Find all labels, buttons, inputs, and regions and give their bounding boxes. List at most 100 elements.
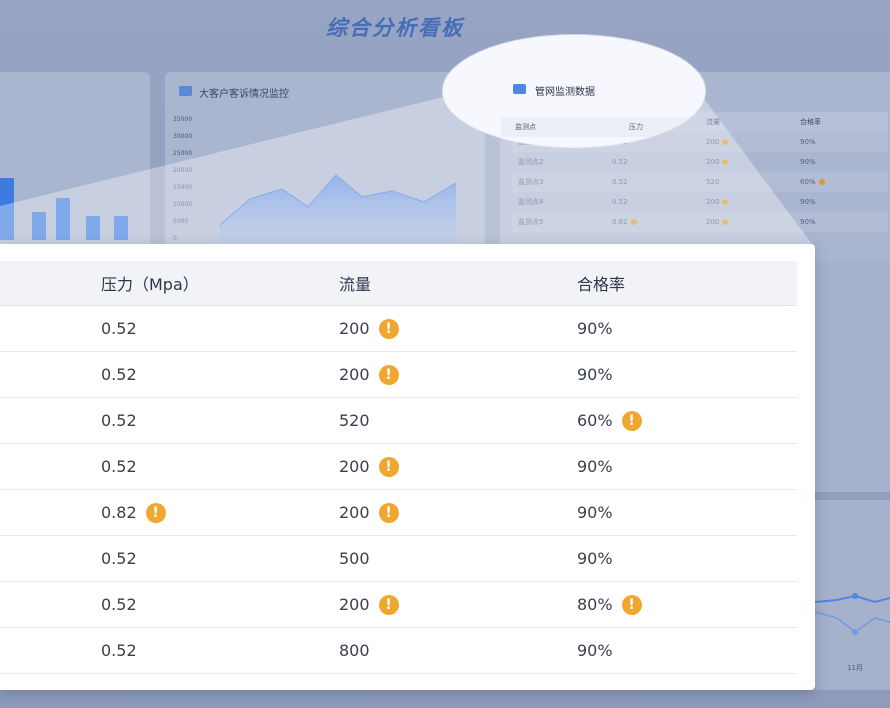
mini-table-row: 监测点4 0.52 200 90% bbox=[512, 192, 888, 212]
flow-cell: 200! bbox=[339, 582, 399, 627]
cell-value: 0.52 bbox=[101, 641, 137, 660]
exclamation-circle-icon: ! bbox=[378, 364, 399, 385]
cell-value: 0.52 bbox=[101, 457, 137, 476]
table-row: 0.52 800 90% bbox=[0, 628, 797, 674]
cell: 监测点2 bbox=[518, 158, 544, 166]
cell: 0.82 bbox=[606, 218, 700, 226]
lens-table-header: 监测点 压力 bbox=[501, 117, 705, 137]
exclamation-circle-icon: ! bbox=[621, 594, 642, 615]
pipeline-data-table: 压力（Mpa） 流量 合格率 0.52 200! 90% 0.52 200! 90% 0.5… bbox=[0, 261, 797, 674]
table-row: 0.52 520 60%! bbox=[0, 398, 797, 444]
pass-rate-cell: 90% bbox=[577, 352, 613, 397]
magnifier-lens: 管网监测数据 监测点 压力 bbox=[443, 35, 705, 147]
cell-value: 200 bbox=[339, 319, 370, 338]
pass-rate-cell: 90% bbox=[577, 490, 613, 535]
lens-panel-title: 管网监测数据 bbox=[535, 87, 595, 98]
lens-header-cell: 监测点 bbox=[515, 123, 536, 131]
pressure-cell: 0.52 bbox=[101, 398, 137, 443]
cell-value: 0.52 bbox=[101, 411, 137, 430]
cell-value: 800 bbox=[339, 641, 370, 660]
cell: 90% bbox=[800, 138, 816, 146]
cell-value: 200 bbox=[339, 457, 370, 476]
pass-rate-cell: 60%! bbox=[577, 398, 642, 443]
pressure-cell: 0.52 bbox=[101, 628, 137, 673]
cell-value: 60% bbox=[800, 178, 816, 186]
pass-rate-cell: 90% bbox=[577, 628, 613, 673]
cell-value: 520 bbox=[339, 411, 370, 430]
bar-chart bbox=[0, 170, 140, 240]
cell: 90% bbox=[800, 218, 816, 226]
table-row: 0.52 200! 80%! bbox=[0, 582, 797, 628]
y-tick: 0 bbox=[173, 235, 177, 242]
cell: 0.52 bbox=[612, 178, 628, 186]
warning-dot-icon bbox=[722, 219, 729, 225]
mini-table-row: 监测点3 0.52 520 60% bbox=[512, 172, 888, 192]
cell-value: 500 bbox=[339, 549, 370, 568]
cell-value: 200 bbox=[339, 365, 370, 384]
flow-cell: 200! bbox=[339, 352, 399, 397]
cell-value: 80% bbox=[577, 595, 613, 614]
mini-table-row: 监测点5 0.82 200 90% bbox=[512, 212, 888, 232]
cell: 90% bbox=[800, 158, 816, 166]
x-axis-label: 11月 bbox=[847, 664, 863, 672]
cell-value: 90% bbox=[577, 549, 613, 568]
panel-chart-icon bbox=[179, 86, 192, 96]
cell-value: 0.82 bbox=[612, 218, 628, 226]
cell: 200 bbox=[700, 218, 794, 226]
cell-value: 0.82 bbox=[101, 503, 137, 522]
cell-value: 0.52 bbox=[101, 319, 137, 338]
cell-value: 90% bbox=[577, 457, 613, 476]
cell-value: 200 bbox=[706, 198, 720, 206]
pressure-cell: 0.52 bbox=[101, 444, 137, 489]
table-row: 0.52 200! 90% bbox=[0, 306, 797, 352]
header-flow: 流量 bbox=[339, 275, 372, 294]
cell-value: 90% bbox=[577, 503, 613, 522]
table-row: 0.52 200! 90% bbox=[0, 444, 797, 490]
cell: 监测点5 bbox=[518, 218, 544, 226]
y-tick: 30000 bbox=[173, 133, 193, 140]
bar bbox=[114, 216, 128, 240]
pressure-cell: 0.52 bbox=[101, 306, 137, 351]
pressure-cell: 0.82! bbox=[101, 490, 166, 535]
panel-chart-icon bbox=[513, 84, 526, 94]
flow-cell: 500 bbox=[339, 536, 370, 581]
y-tick: 25000 bbox=[173, 150, 193, 157]
flow-cell: 520 bbox=[339, 398, 370, 443]
cell-value: 200 bbox=[706, 138, 720, 146]
cell-value: 0.52 bbox=[101, 549, 137, 568]
header-cell: 合格率 bbox=[800, 118, 821, 126]
flow-cell: 200! bbox=[339, 490, 399, 535]
flow-cell: 200! bbox=[339, 306, 399, 351]
bar bbox=[86, 216, 100, 240]
bar bbox=[0, 178, 14, 240]
header-cell: 流量 bbox=[706, 118, 720, 126]
exclamation-circle-icon: ! bbox=[621, 410, 642, 431]
cell: 0.52 bbox=[612, 158, 628, 166]
zoomed-table-card: 压力（Mpa） 流量 合格率 0.52 200! 90% 0.52 200! 90% 0.5… bbox=[0, 244, 815, 690]
panel-title: 大客户客诉情况监控 bbox=[199, 89, 289, 100]
cell-value: 90% bbox=[577, 365, 613, 384]
exclamation-circle-icon: ! bbox=[378, 594, 399, 615]
pressure-cell: 0.52 bbox=[101, 582, 137, 627]
y-tick: 5000 bbox=[173, 218, 189, 225]
table-row: 0.52 500 90% bbox=[0, 536, 797, 582]
cell: 60% bbox=[794, 178, 888, 186]
cell: 200 bbox=[700, 138, 794, 146]
cell-value: 90% bbox=[577, 319, 613, 338]
table-header-row: 压力（Mpa） 流量 合格率 bbox=[0, 261, 797, 306]
header-pressure: 压力（Mpa） bbox=[101, 275, 199, 294]
cell-value: 90% bbox=[577, 641, 613, 660]
exclamation-circle-icon: ! bbox=[378, 502, 399, 523]
pass-rate-cell: 90% bbox=[577, 444, 613, 489]
header-pass-rate: 合格率 bbox=[577, 275, 626, 294]
warning-dot-icon bbox=[722, 199, 729, 205]
cell: 0.52 bbox=[612, 198, 628, 206]
cell-value: 200 bbox=[339, 595, 370, 614]
table-row: 0.52 200! 90% bbox=[0, 352, 797, 398]
table-body: 0.52 200! 90% 0.52 200! 90% 0.52 520 60%! 0.52 200… bbox=[0, 306, 797, 674]
pressure-cell: 0.52 bbox=[101, 352, 137, 397]
table-row: 0.82! 200! 90% bbox=[0, 490, 797, 536]
right-background-panel bbox=[815, 262, 890, 492]
cell: 520 bbox=[706, 178, 720, 186]
line-chart-fragment bbox=[815, 593, 890, 635]
